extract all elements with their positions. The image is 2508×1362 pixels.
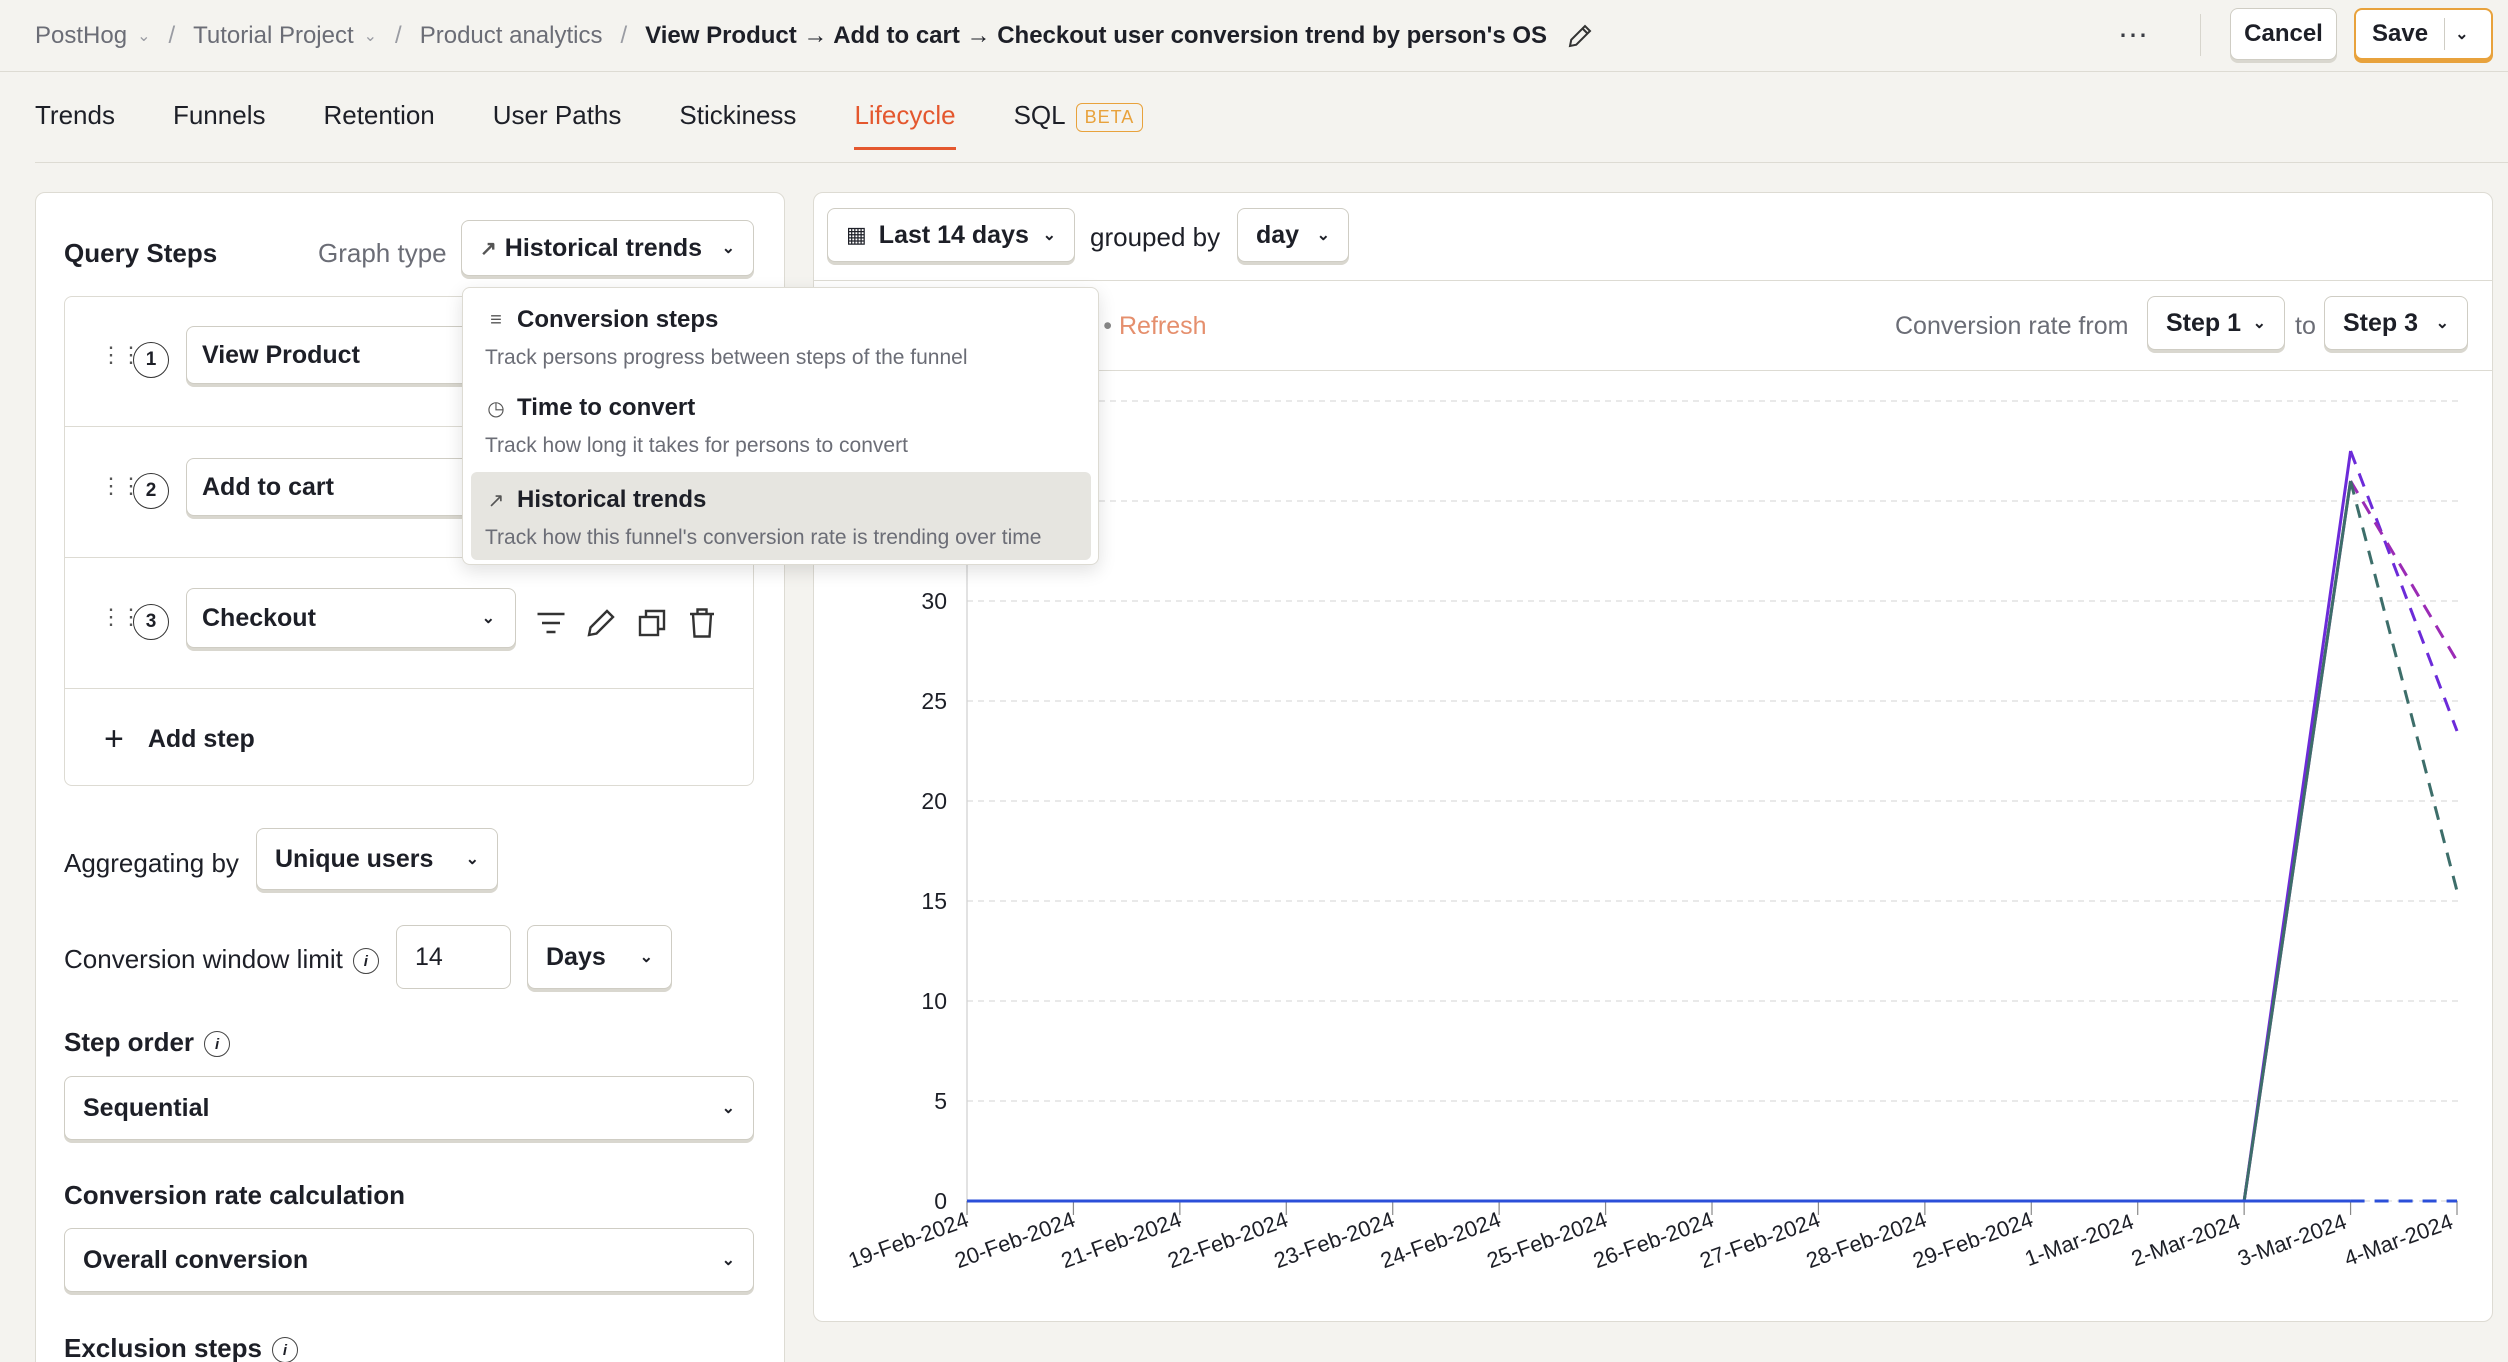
graph-type-menu: ≡ Conversion steps Track persons progress… [462, 287, 1099, 565]
x-tick-label: 1-Mar-2024 [2021, 1209, 2136, 1271]
y-tick-label: 15 [921, 888, 947, 914]
menu-item-title: ◷ Time to convert [485, 394, 695, 422]
series-line [967, 480, 2353, 1203]
y-tick-label: 25 [921, 688, 947, 714]
y-tick-label: 0 [934, 1188, 947, 1214]
menu-item-desc: Track how this funnel's conversion rate … [485, 526, 1042, 549]
y-tick-label: 20 [921, 788, 947, 814]
x-tick-label: 20-Feb-2024 [951, 1207, 1078, 1274]
x-tick-label: 2-Mar-2024 [2128, 1209, 2243, 1271]
x-tick-label: 29-Feb-2024 [1909, 1207, 2036, 1274]
menu-item-conversion-steps[interactable]: ≡ Conversion steps Track persons progress… [471, 292, 1091, 380]
series-line [967, 450, 2353, 1203]
series-line-projection [2349, 480, 2459, 662]
x-tick-label: 28-Feb-2024 [1803, 1207, 1930, 1274]
menu-item-title-text: Conversion steps [517, 306, 719, 333]
trend-icon: ↗ [487, 489, 505, 512]
x-tick-label: 21-Feb-2024 [1058, 1207, 1185, 1274]
menu-item-title: ↗ Historical trends [485, 486, 707, 514]
clock-icon: ◷ [487, 397, 505, 420]
menu-item-desc: Track persons progress between steps of … [485, 346, 968, 369]
menu-item-title: ≡ Conversion steps [485, 306, 718, 334]
menu-item-time-to-convert[interactable]: ◷ Time to convert Track how long it takes… [471, 380, 1091, 468]
x-tick-label: 27-Feb-2024 [1696, 1207, 1823, 1274]
funnel-icon: ≡ [490, 308, 502, 331]
y-tick-label: 5 [934, 1088, 947, 1114]
menu-item-title-text: Time to convert [517, 394, 696, 421]
x-tick-label: 19-Feb-2024 [845, 1207, 972, 1274]
x-tick-label: 25-Feb-2024 [1484, 1207, 1611, 1274]
x-tick-label: 24-Feb-2024 [1377, 1207, 1504, 1274]
x-tick-label: 22-Feb-2024 [1164, 1207, 1291, 1274]
x-tick-label: 26-Feb-2024 [1590, 1207, 1717, 1274]
y-tick-label: 30 [921, 588, 947, 614]
x-tick-label: 4-Mar-2024 [2341, 1209, 2456, 1271]
menu-item-historical-trends[interactable]: ↗ Historical trends Track how this funnel… [471, 472, 1091, 560]
series-line [967, 480, 2353, 1203]
conversion-trend-chart: 0 5 10 15 20 25 30 19-Feb-202420-Feb-202421-Feb… [845, 400, 2460, 1274]
menu-item-title-text: Historical trends [517, 486, 707, 513]
x-tick-label: 3-Mar-2024 [2234, 1209, 2349, 1271]
y-tick-label: 10 [921, 988, 947, 1014]
x-tick-label: 23-Feb-2024 [1271, 1207, 1398, 1274]
series-line-projection [2349, 450, 2459, 732]
menu-item-desc: Track how long it takes for persons to c… [485, 434, 908, 457]
